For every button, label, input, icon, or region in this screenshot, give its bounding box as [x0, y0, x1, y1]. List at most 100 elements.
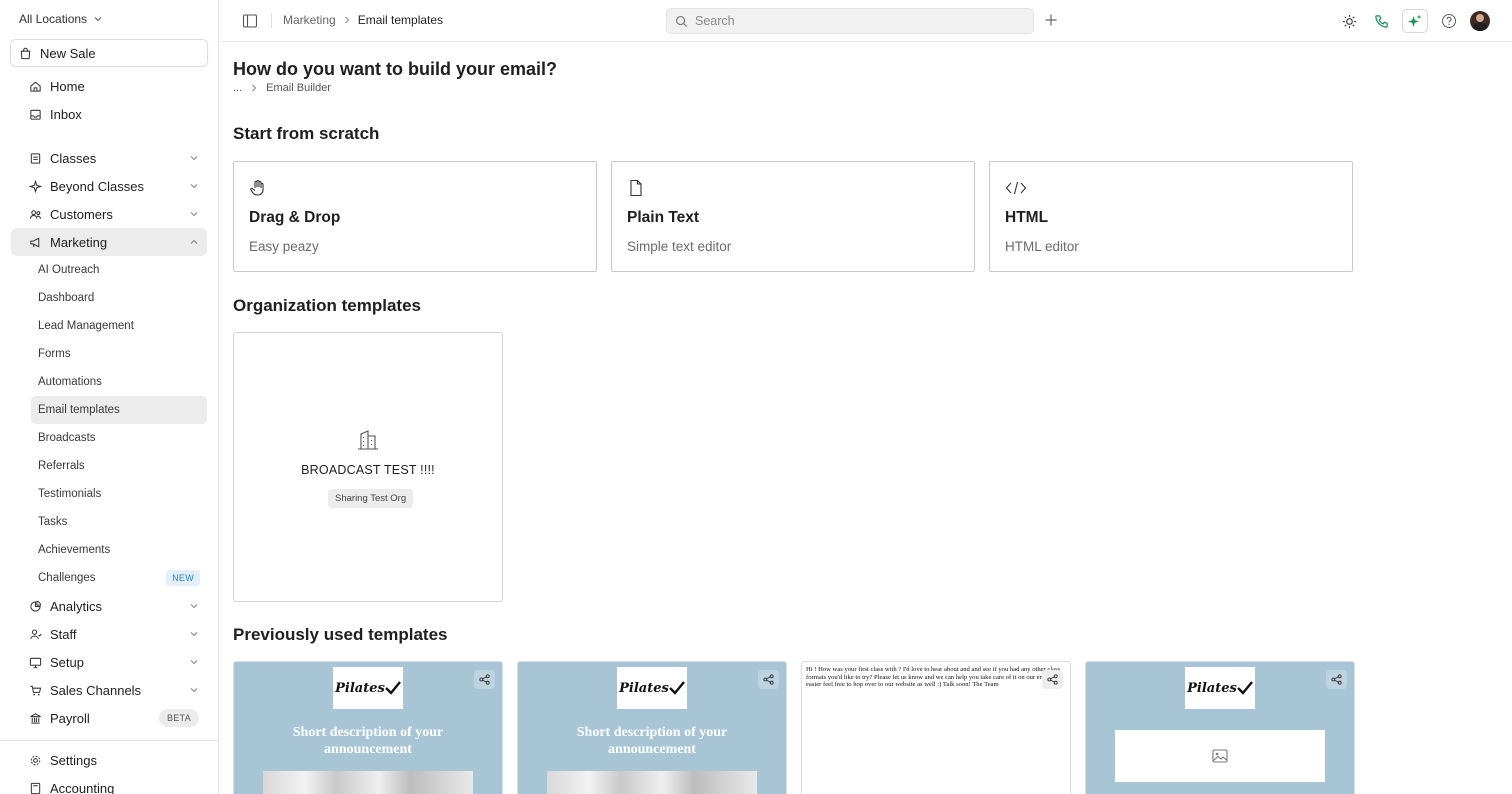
sidebar-subitem-achievements[interactable]: Achievements: [31, 536, 207, 564]
template-photo: [547, 771, 757, 794]
org-template-card[interactable]: BROADCAST TEST !!!! Sharing Test Org: [233, 332, 503, 602]
plus-icon[interactable]: [1044, 13, 1058, 27]
ai-assistant-button[interactable]: [1402, 9, 1428, 33]
help-button[interactable]: [1438, 10, 1460, 32]
search-box[interactable]: [666, 8, 1034, 34]
previous-template-card[interactable]: Pilates Short description of your announ…: [517, 661, 787, 794]
template-photo: [263, 771, 473, 794]
checkmark-icon: [384, 681, 401, 695]
sidebar-subitem-forms[interactable]: Forms: [31, 340, 207, 368]
sidebar-item-label: Setup: [50, 654, 84, 670]
card-description: Easy peazy: [249, 239, 319, 254]
search-icon: [676, 15, 688, 27]
plain-text-card[interactable]: Plain Text Simple text editor: [611, 161, 975, 272]
sidebar-item-sales-channels[interactable]: Sales Channels: [11, 676, 207, 704]
share-icon: [479, 674, 490, 685]
sidebar-item-inbox[interactable]: Inbox: [11, 100, 207, 128]
checkmark-icon: [668, 681, 685, 695]
sidebar-subitem-referrals[interactable]: Referrals: [31, 452, 207, 480]
breadcrumb-ellipsis[interactable]: ...: [233, 82, 242, 94]
calendar-list-icon: [30, 152, 41, 164]
previous-template-card[interactable]: Pilates: [1085, 661, 1355, 794]
sidebar-subitem-automations[interactable]: Automations: [31, 368, 207, 396]
sidebar-toggle-icon[interactable]: [242, 13, 258, 29]
divider: [271, 13, 272, 28]
app-root: All Locations New Sale Home Inbox Classe…: [0, 0, 1512, 794]
template-tag: Sharing Test Org: [328, 489, 414, 508]
sidebar-subitem-label: Broadcasts: [38, 432, 96, 444]
shopping-bag-icon: [20, 47, 31, 59]
sidebar-subitem-testimonials[interactable]: Testimonials: [31, 480, 207, 508]
sidebar-item-home[interactable]: Home: [11, 72, 207, 100]
sidebar-subitem-label: AI Outreach: [38, 264, 100, 276]
drag-drop-card[interactable]: Drag & Drop Easy peazy: [233, 161, 597, 272]
image-placeholder: [1115, 730, 1325, 782]
cart-icon: [30, 685, 42, 696]
sidebar-item-label: Staff: [50, 626, 77, 642]
chevron-down-icon: [190, 660, 198, 665]
sidebar-subitem-challenges[interactable]: Challenges NEW: [31, 564, 207, 592]
share-button[interactable]: [1042, 670, 1063, 689]
top-bar-actions: [1338, 9, 1490, 33]
user-icon: [30, 629, 42, 639]
chevron-down-icon: [190, 632, 198, 637]
sidebar-item-label: Customers: [50, 206, 113, 222]
sidebar-item-staff[interactable]: Staff: [11, 620, 207, 648]
logo: Pilates: [1185, 667, 1255, 709]
share-button[interactable]: [758, 670, 779, 689]
sidebar-item-marketing[interactable]: Marketing: [11, 228, 207, 256]
chevron-down-icon: [190, 156, 198, 161]
location-selector[interactable]: All Locations: [0, 0, 218, 38]
sidebar-item-analytics[interactable]: Analytics: [11, 592, 207, 620]
sidebar-item-settings[interactable]: Settings: [11, 746, 207, 774]
phone-icon: [1374, 14, 1388, 28]
card-title: Plain Text: [627, 209, 700, 226]
sidebar-subitem-tasks[interactable]: Tasks: [31, 508, 207, 536]
sidebar-subitem-lead-management[interactable]: Lead Management: [31, 312, 207, 340]
checkmark-icon: [1236, 681, 1253, 695]
bank-icon: [30, 712, 41, 724]
help-circle-icon: [1441, 13, 1457, 29]
sidebar-item-label: Settings: [50, 752, 97, 768]
breadcrumb-email-builder: Email Builder: [266, 82, 331, 94]
new-badge: NEW: [166, 570, 200, 586]
sidebar-subitem-broadcasts[interactable]: Broadcasts: [31, 424, 207, 452]
sidebar-item-setup[interactable]: Setup: [11, 648, 207, 676]
share-button[interactable]: [474, 670, 495, 689]
template-name: BROADCAST TEST !!!!: [301, 463, 435, 477]
chart-pie-icon: [30, 600, 42, 612]
search-input[interactable]: [695, 14, 1015, 28]
sidebar-subitem-label: Dashboard: [38, 292, 95, 304]
chevron-right-icon: [344, 16, 349, 24]
phone-button[interactable]: [1370, 10, 1392, 32]
previous-template-card[interactable]: Pilates Short description of your announ…: [233, 661, 503, 794]
user-avatar[interactable]: [1470, 11, 1490, 31]
html-card[interactable]: HTML HTML editor: [989, 161, 1353, 272]
share-button[interactable]: [1326, 670, 1347, 689]
template-headline: Short description of your announcement: [292, 725, 444, 757]
logo-text: Pilates: [335, 680, 385, 696]
sidebar-subitem-email-templates[interactable]: Email templates: [31, 396, 207, 424]
theme-toggle-button[interactable]: [1338, 10, 1360, 32]
sidebar-item-customers[interactable]: Customers: [11, 200, 207, 228]
sidebar-item-accounting[interactable]: Accounting: [11, 774, 207, 794]
chevron-down-icon: [190, 688, 198, 693]
section-heading-scratch: Start from scratch: [233, 124, 380, 143]
location-label: All Locations: [19, 12, 88, 26]
breadcrumb: Marketing Email templates: [283, 13, 443, 27]
sidebar-item-beyond-classes[interactable]: Beyond Classes: [11, 172, 207, 200]
chevron-up-icon: [190, 239, 198, 244]
inbox-icon: [30, 109, 41, 120]
sidebar-subitem-dashboard[interactable]: Dashboard: [31, 284, 207, 312]
sidebar-subitem-ai-outreach[interactable]: AI Outreach: [31, 256, 207, 284]
new-sale-button[interactable]: New Sale: [10, 39, 208, 67]
logo-text: Pilates: [1187, 680, 1237, 696]
sidebar-item-payroll[interactable]: Payroll BETA: [11, 704, 207, 732]
breadcrumb-marketing[interactable]: Marketing: [283, 13, 336, 27]
calculator-icon: [30, 782, 41, 794]
megaphone-icon: [30, 236, 40, 248]
sidebar: All Locations New Sale Home Inbox Classe…: [0, 0, 219, 794]
sidebar-item-label: Sales Channels: [50, 682, 142, 698]
previous-template-card[interactable]: Hi ! How was your first class with ? I'd…: [801, 661, 1071, 794]
sidebar-item-classes[interactable]: Classes: [11, 144, 207, 172]
